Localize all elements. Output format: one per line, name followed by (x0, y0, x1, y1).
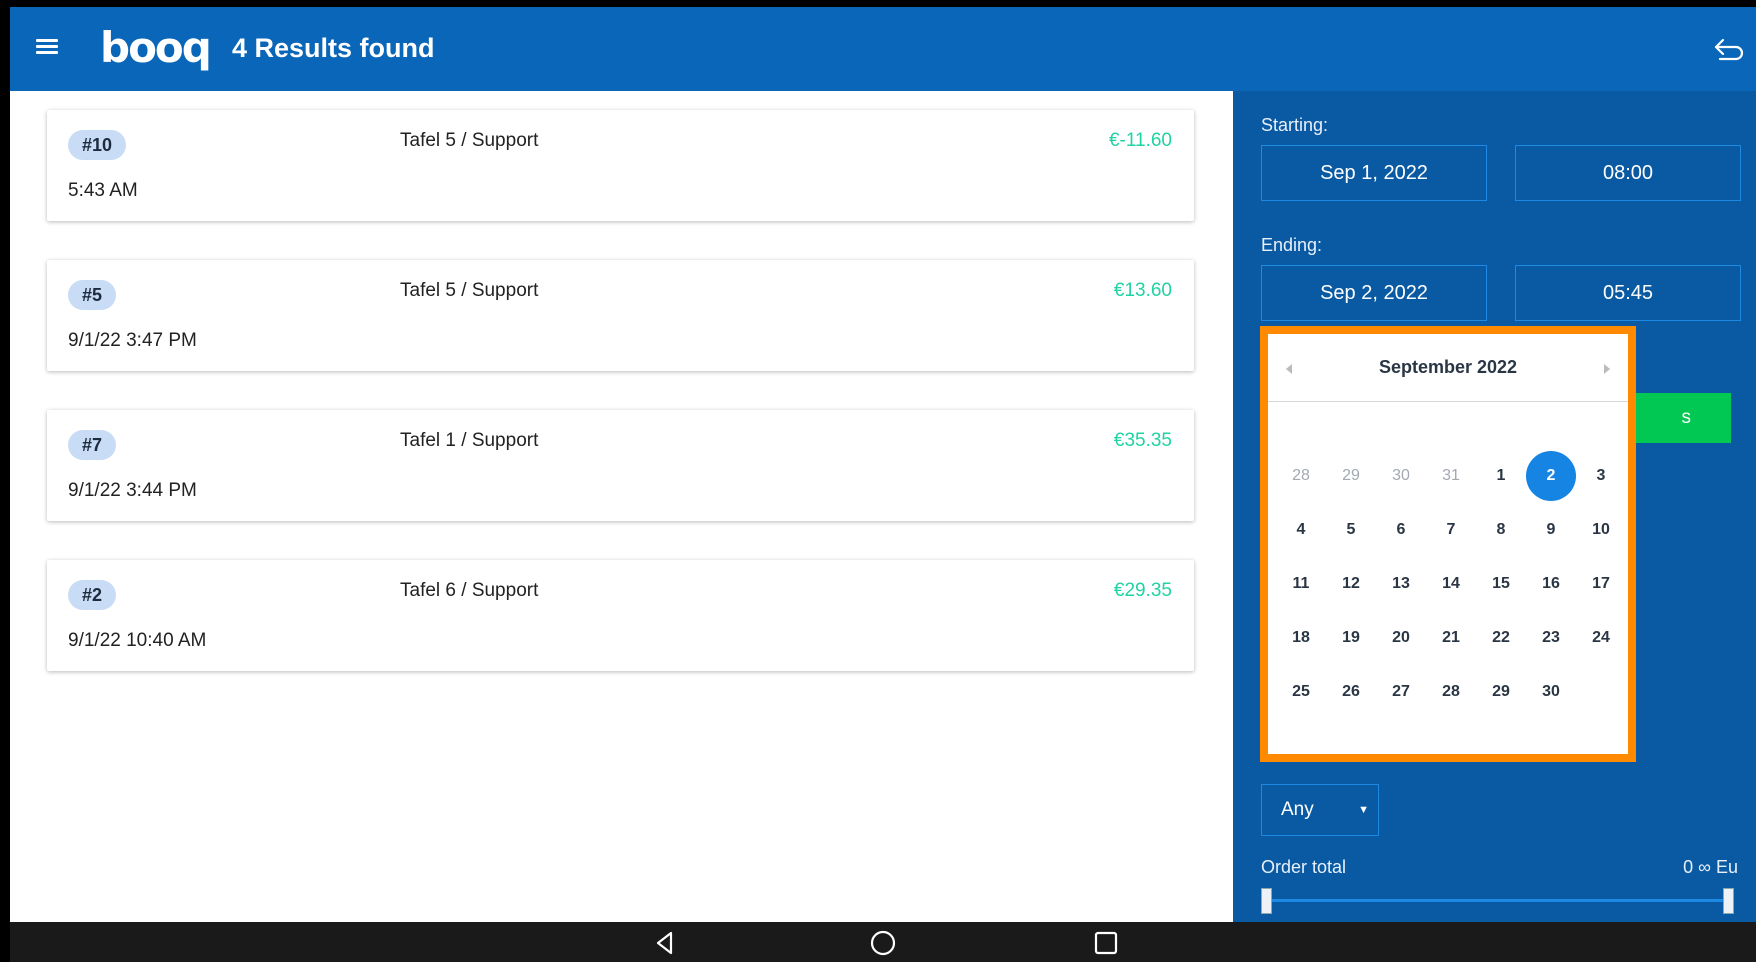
order-table: Tafel 5 / Support (400, 130, 539, 151)
starting-label: Starting: (1261, 115, 1329, 135)
calendar-day[interactable]: 5 (1326, 505, 1376, 555)
calendar-day[interactable]: 7 (1426, 505, 1476, 555)
dropdown-arrow-icon: ▼ (1358, 804, 1369, 816)
order-table: Tafel 6 / Support (400, 580, 539, 601)
order-time: 5:43 AM (68, 180, 138, 201)
calendar-day[interactable]: 30 (1376, 451, 1426, 501)
calendar-day[interactable]: 19 (1326, 613, 1376, 663)
filter-select[interactable]: Any ▼ (1261, 784, 1379, 836)
calendar-day[interactable]: 1 (1476, 451, 1526, 501)
results-list: #10 5:43 AM Tafel 5 / Support €-11.60 #5… (47, 110, 1194, 710)
filter-select-value: Any (1281, 799, 1314, 820)
calendar-day[interactable]: 13 (1376, 559, 1426, 609)
end-time-field[interactable]: 05:45 (1515, 265, 1741, 321)
calendar-day[interactable]: 25 (1276, 667, 1326, 717)
calendar-day[interactable]: 4 (1276, 505, 1326, 555)
logo-text: booq (100, 23, 212, 72)
calendar-day[interactable]: 28 (1426, 667, 1476, 717)
calendar-day[interactable]: 21 (1426, 613, 1476, 663)
calendar-day[interactable]: 16 (1526, 559, 1576, 609)
nav-home-icon[interactable] (869, 929, 897, 957)
calendar-day[interactable]: 29 (1476, 667, 1526, 717)
start-time-field[interactable]: 08:00 (1515, 145, 1741, 201)
calendar-day[interactable]: 28 (1276, 451, 1326, 501)
end-date-field[interactable]: Sep 2, 2022 (1261, 265, 1487, 321)
calendar-day[interactable]: 20 (1376, 613, 1426, 663)
calendar-day[interactable]: 11 (1276, 559, 1326, 609)
next-month-icon[interactable] (1604, 364, 1610, 374)
order-total-slider[interactable] (1267, 899, 1727, 902)
calendar-header: September 2022 (1268, 334, 1628, 402)
order-table: Tafel 5 / Support (400, 280, 539, 301)
order-amount: €29.35 (1113, 580, 1172, 601)
calendar-day[interactable]: 15 (1476, 559, 1526, 609)
calendar-day[interactable]: 12 (1326, 559, 1376, 609)
calendar-day[interactable]: 31 (1426, 451, 1476, 501)
order-amount: €-11.60 (1108, 130, 1172, 151)
calendar-month-title: September 2022 (1378, 357, 1518, 377)
order-card[interactable]: #2 9/1/22 10:40 AM Tafel 6 / Support €29… (47, 560, 1194, 671)
booq-logo: booq (100, 23, 212, 72)
start-date-field[interactable]: Sep 1, 2022 (1261, 145, 1487, 201)
calendar-day[interactable]: 6 (1376, 505, 1426, 555)
order-number-badge: #2 (68, 580, 117, 610)
calendar-day[interactable]: 3 (1576, 451, 1626, 501)
calendar-days-grid: 28 29 30 31 1 2 3 4 5 6 7 8 9 10 11 12 13 14 15 16 17 18 19 20 2… (1276, 451, 1626, 717)
calendar-day[interactable]: 29 (1326, 451, 1376, 501)
calendar-day[interactable]: 24 (1576, 613, 1626, 663)
order-table: Tafel 1 / Support (400, 430, 539, 451)
order-time: 9/1/22 10:40 AM (68, 630, 207, 651)
calendar-day[interactable]: 18 (1276, 613, 1326, 663)
ending-label: Ending: (1261, 235, 1323, 255)
calendar-day[interactable]: 30 (1526, 667, 1576, 717)
calendar-day[interactable]: 27 (1376, 667, 1426, 717)
order-total-label: Order total (1261, 857, 1347, 877)
nav-recents-icon[interactable] (1092, 929, 1120, 957)
calendar-day[interactable]: 17 (1576, 559, 1626, 609)
order-number-badge: #10 (68, 130, 127, 160)
order-card[interactable]: #5 9/1/22 3:47 PM Tafel 5 / Support €13.… (47, 260, 1194, 371)
android-nav-bar (10, 922, 1756, 962)
calendar-day[interactable]: 23 (1526, 613, 1576, 663)
order-number-badge: #5 (68, 280, 117, 310)
slider-min-handle[interactable] (1261, 888, 1272, 914)
calendar-day[interactable]: 9 (1526, 505, 1576, 555)
date-picker-calendar: September 2022 28 29 30 31 1 2 3 4 5 6 7 8 9 10 11 12 13… (1260, 326, 1636, 762)
order-amount: €35.35 (1113, 430, 1172, 451)
order-total-range: 0 ∞ Eu (1683, 857, 1738, 877)
slider-max-handle[interactable] (1723, 888, 1734, 914)
menu-icon[interactable] (36, 36, 62, 60)
order-amount: €13.60 (1113, 280, 1172, 301)
calendar-day[interactable]: 10 (1576, 505, 1626, 555)
back-arrow-icon[interactable] (1712, 35, 1746, 63)
calendar-day[interactable]: 22 (1476, 613, 1526, 663)
nav-back-icon[interactable] (651, 929, 679, 957)
app-header: booq 4 Results found (10, 7, 1756, 91)
order-time: 9/1/22 3:47 PM (68, 330, 197, 351)
calendar-day[interactable]: 26 (1326, 667, 1376, 717)
calendar-day[interactable]: 14 (1426, 559, 1476, 609)
order-time: 9/1/22 3:44 PM (68, 480, 197, 501)
order-number-badge: #7 (68, 430, 117, 460)
order-card[interactable]: #7 9/1/22 3:44 PM Tafel 1 / Support €35.… (47, 410, 1194, 521)
calendar-day-selected[interactable]: 2 (1526, 451, 1576, 501)
app-screen: booq 4 Results found #10 5:43 AM Tafel 5… (10, 7, 1756, 922)
calendar-day[interactable]: 8 (1476, 505, 1526, 555)
order-card[interactable]: #10 5:43 AM Tafel 5 / Support €-11.60 (47, 110, 1194, 221)
page-title: 4 Results found (232, 33, 435, 63)
